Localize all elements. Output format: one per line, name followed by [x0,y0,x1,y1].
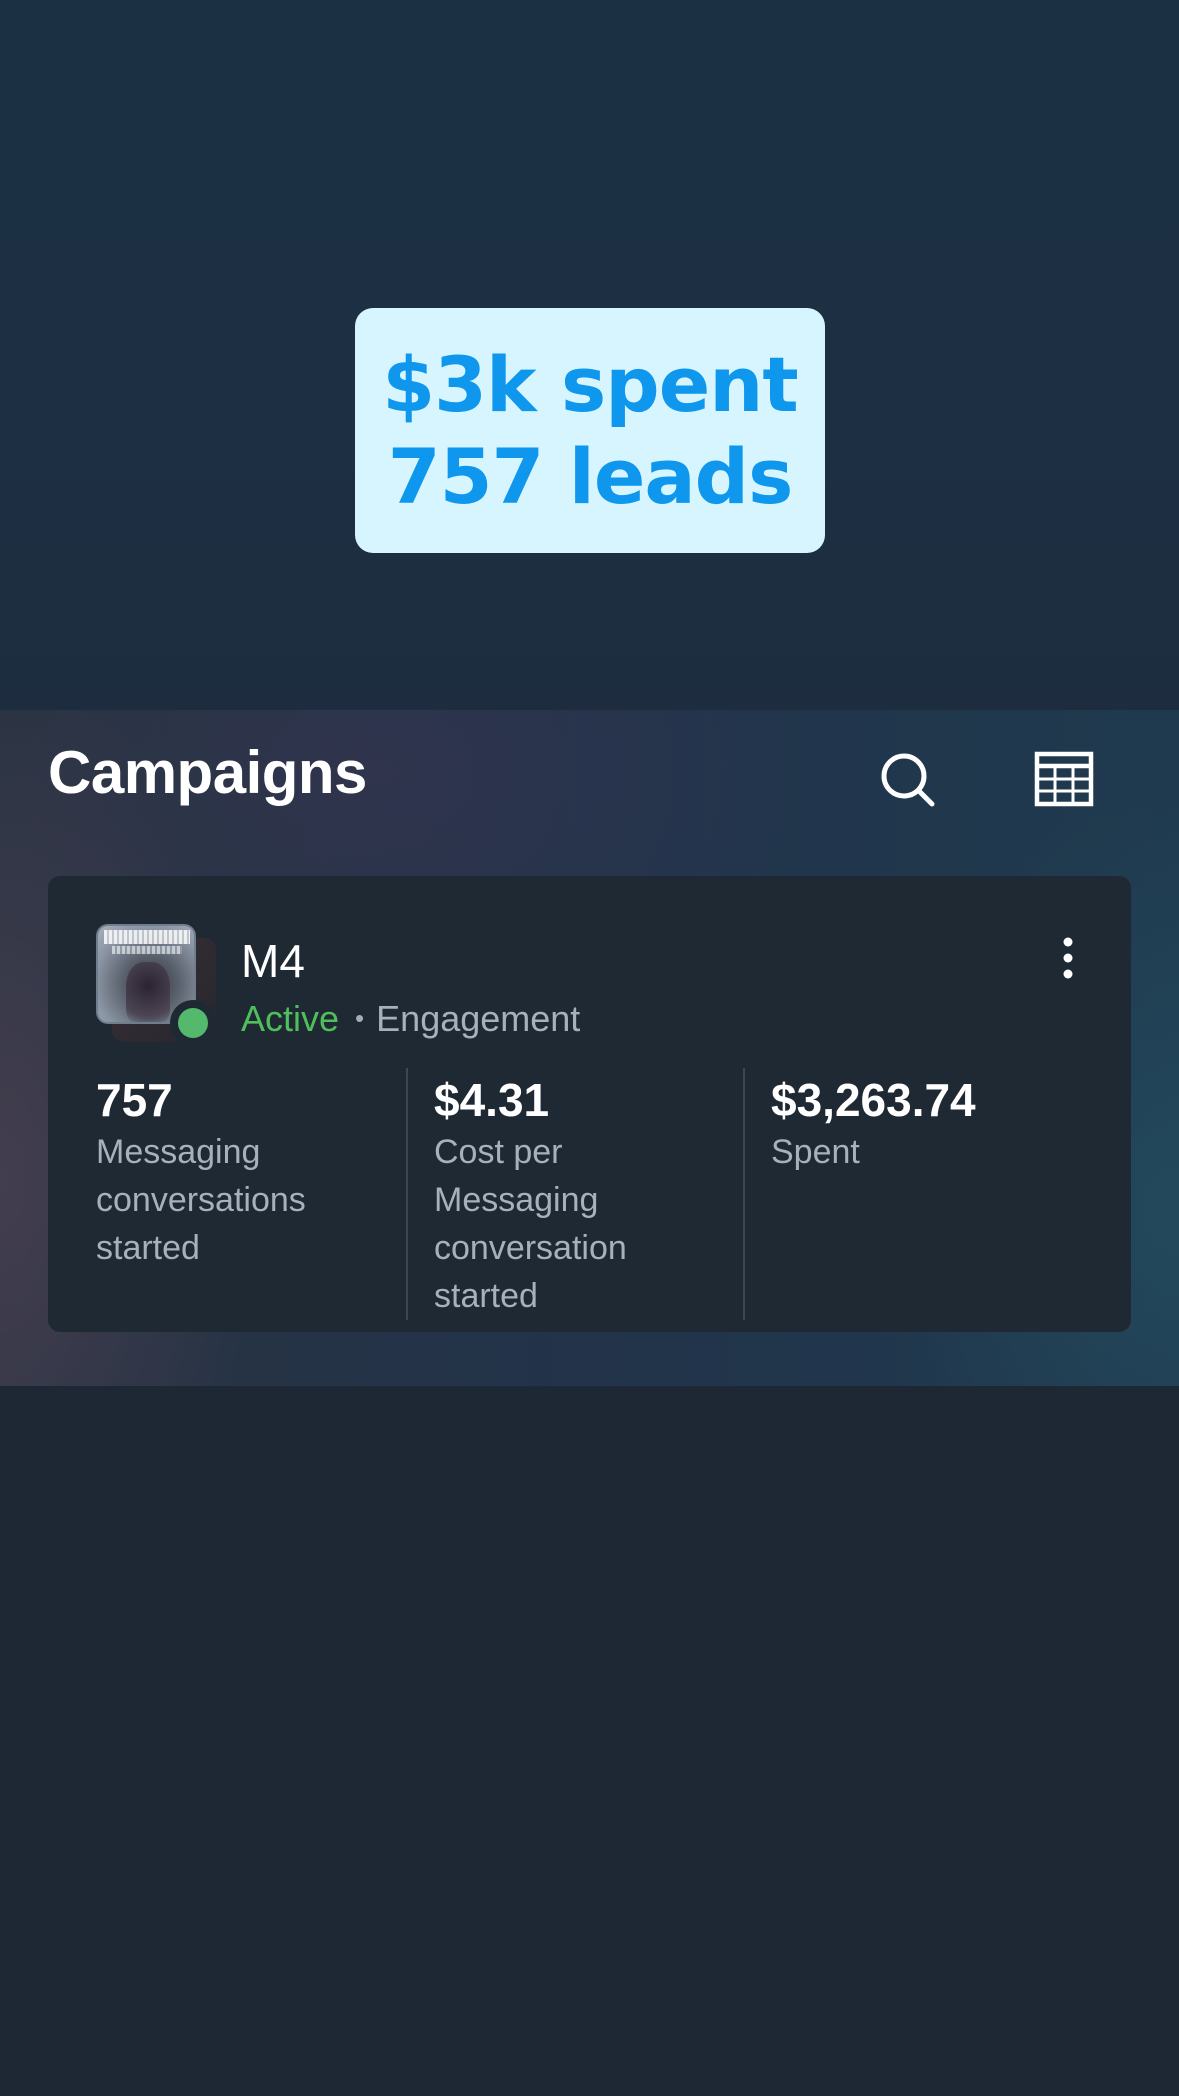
metric-divider [743,1068,745,1320]
metric-value: $3,263.74 [771,1074,976,1126]
search-icon [881,753,935,807]
promo-sticker: $3k spent 757 leads [355,308,825,553]
campaign-card[interactable]: M4 Active • Engagement 757 Messaging conve… [48,876,1131,1332]
campaigns-header: Campaigns [0,710,1179,840]
promo-line-spent: $3k spent [382,339,798,429]
metric-label: Messaging conversations started [96,1133,306,1267]
metric-value: $4.31 [434,1074,550,1126]
thumbnail-figure [126,962,170,1022]
thumbnail-caption-text [104,930,190,944]
metric-label: Spent [771,1133,860,1171]
more-options-button[interactable] [1048,934,1088,990]
campaign-thumbnail [96,924,218,1046]
search-button[interactable] [876,748,940,812]
campaign-meta: Active • Engagement [241,998,580,1040]
metric-conversations: 757 Messaging conversations started [96,1072,396,1272]
metric-label: Cost per Messaging conversation started [434,1133,627,1315]
metric-divider [406,1068,408,1320]
campaigns-section: Campaigns M4 Active • Engagement 757 Mes… [0,710,1179,1386]
metric-cost-per-conversation: $4.31 Cost per Messaging conversation st… [434,1072,734,1320]
campaign-objective: Engagement [376,998,581,1039]
active-status-dot [178,1008,208,1038]
thumbnail-caption-text-2 [112,946,182,954]
page-title: Campaigns [48,739,367,806]
promo-line-leads: 757 leads [387,431,794,521]
metric-value: 757 [96,1074,173,1126]
separator-dot: • [355,1003,365,1033]
table-view-button[interactable] [1032,748,1096,812]
campaign-status: Active [241,998,340,1039]
table-grid-icon [1034,751,1094,807]
story-bottom-area [0,1386,1179,2096]
more-vertical-icon [1063,937,1073,979]
metric-spent: $3,263.74 Spent [771,1072,1071,1176]
campaign-name: M4 [241,935,305,987]
story-top-area: $3k spent 757 leads [0,0,1179,710]
